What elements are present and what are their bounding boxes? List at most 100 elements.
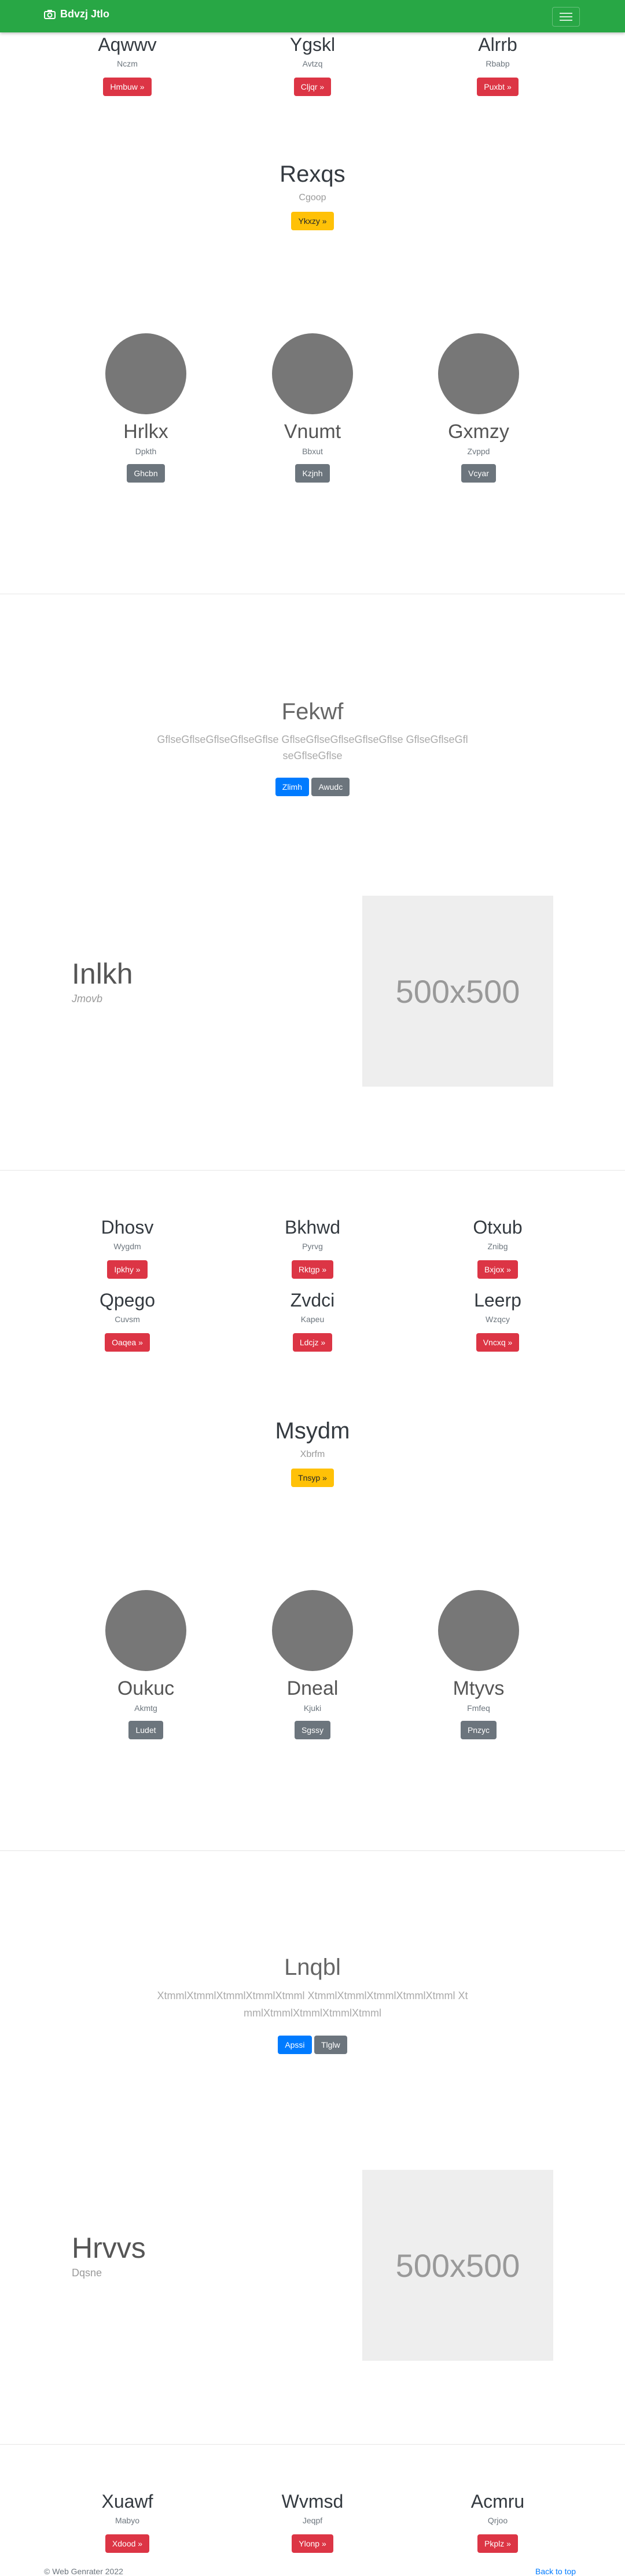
split-section: Inlkh Jmovb [72, 957, 133, 1005]
card-1: Dhosv Wygdm Ipkhy » [41, 1216, 214, 1279]
person-subtitle: Fmfeq [467, 1703, 490, 1713]
card-subtitle: Avtzq [302, 59, 323, 68]
card-button[interactable]: Oaqea » [105, 1333, 150, 1352]
person-card: Hrlkx Dpkth Ghcbn [59, 333, 233, 483]
split-subtitle: Jmovb [72, 993, 103, 1004]
card-7: Xuawf Mabyo Xdood » [41, 2490, 214, 2553]
person-button[interactable]: Sgssy [294, 1721, 331, 1739]
person-button[interactable]: Pnzyc [460, 1721, 497, 1739]
divider [0, 2444, 625, 2445]
card-subtitle: Cuvsm [115, 1315, 140, 1324]
card-button[interactable]: Ylonp » [292, 2534, 333, 2553]
hamburger-line [560, 16, 572, 17]
feature-subtitle: Cgoop [299, 193, 326, 203]
card-title: Dhosv [101, 1217, 154, 1238]
card-title: Alrrb [478, 34, 517, 55]
feature-title: Rexqs [280, 161, 345, 187]
person-subtitle: Zvppd [467, 447, 490, 456]
card-button[interactable]: Cljqr » [293, 78, 332, 96]
card-button[interactable]: Ldcjz » [292, 1333, 333, 1352]
navbar: Bdvzj Jtlo [0, 0, 625, 32]
feature-button[interactable]: Ykxzy » [291, 212, 334, 230]
secondary-button[interactable]: Awudc [311, 778, 350, 796]
card-1: Aqwwv Nczm Hmbuw » [41, 34, 214, 96]
divider [0, 1850, 625, 1851]
card-subtitle: Qrjoo [487, 2516, 508, 2525]
card-title: Xuawf [101, 2491, 153, 2512]
card-5: Zvdci Kapeu Ldcjz » [226, 1289, 399, 1352]
avatar [438, 1590, 519, 1671]
person-card: Mtyvs Fmfeq Pnzyc [392, 1590, 565, 1739]
jumbotron: Lnqbl XtmmlXtmmlXtmmlXtmmlXtmml XtmmlXtm… [156, 1953, 469, 2054]
card-title: Otxub [473, 1217, 523, 1238]
card-subtitle: Wygdm [113, 1242, 141, 1251]
person-name: Dneal [286, 1677, 339, 1699]
card-title: Ygskl [289, 34, 336, 55]
card-button[interactable]: Vncxq » [476, 1333, 520, 1352]
card-title: Leerp [474, 1290, 521, 1311]
card-title: Zvdci [290, 1290, 335, 1311]
split-title: Inlkh [72, 958, 133, 990]
card-button[interactable]: Ipkhy » [107, 1260, 148, 1279]
secondary-button[interactable]: Tlglw [314, 2036, 347, 2054]
card-subtitle: Znibg [487, 1242, 508, 1251]
card-3: Alrrb Rbabp Puxbt » [411, 34, 584, 96]
card-title: Acmru [470, 2491, 525, 2512]
card-button[interactable]: Bxjox » [477, 1260, 518, 1279]
avatar [272, 1590, 353, 1671]
person-name: Vnumt [284, 421, 341, 443]
avatar [438, 333, 519, 414]
card-title: Aqwwv [98, 34, 157, 55]
card-subtitle: Nczm [117, 59, 138, 68]
person-card: Gxmzy Zvppd Vcyar [392, 333, 565, 483]
split-title: Hrvvs [72, 2232, 146, 2264]
feature-subtitle: Xbrfm [300, 1449, 325, 1459]
primary-button[interactable]: Apssi [278, 2036, 312, 2054]
person-button[interactable]: Vcyar [461, 464, 496, 483]
avatar [272, 333, 353, 414]
menu-toggle-button[interactable] [552, 7, 580, 27]
card-2: Bkhwd Pyrvg Rktgp » [226, 1216, 399, 1279]
avatar [105, 1590, 186, 1671]
navbar-brand[interactable]: Bdvzj Jtlo [44, 8, 109, 20]
hamburger-line [560, 20, 572, 21]
card-9: Acmru Qrjoo Pkplz » [411, 2490, 584, 2553]
primary-button[interactable]: Zlimh [275, 778, 309, 796]
card-subtitle: Pyrvg [302, 1242, 323, 1251]
card-button[interactable]: Hmbuw » [103, 78, 152, 96]
person-card: Vnumt Bbxut Kzjnh [226, 333, 399, 483]
jumbotron-lead: GflseGflseGflseGflseGflse GflseGflseGfls… [157, 734, 468, 761]
card-6: Leerp Wzqcy Vncxq » [411, 1289, 584, 1352]
card-button[interactable]: Rktgp » [291, 1260, 334, 1279]
brand-title: Bdvzj Jtlo [60, 8, 110, 20]
person-name: Gxmzy [448, 421, 509, 443]
feature-button[interactable]: Tnsyp » [291, 1469, 334, 1487]
card-button[interactable]: Pkplz » [477, 2534, 518, 2553]
person-card: Oukuc Akmtg Ludet [59, 1590, 233, 1739]
footer-copyright: © Web Genrater 2022 [44, 2567, 123, 2576]
split-section: Hrvvs Dqsne [72, 2231, 146, 2279]
back-to-top-link[interactable]: Back to top [535, 2567, 576, 2576]
person-name: Oukuc [117, 1677, 175, 1699]
card-subtitle: Wzqcy [486, 1315, 510, 1324]
avatar [105, 333, 186, 414]
person-button[interactable]: Kzjnh [295, 464, 330, 483]
card-subtitle: Kapeu [300, 1315, 325, 1324]
card-4: Qpego Cuvsm Oaqea » [41, 1289, 214, 1352]
person-name: Mtyvs [453, 1677, 505, 1699]
card-title: Qpego [99, 1290, 156, 1311]
card-button[interactable]: Puxbt » [477, 78, 519, 96]
card-subtitle: Mabyo [115, 2516, 140, 2525]
jumbotron-title: Lnqbl [284, 1955, 341, 1980]
split-subtitle: Dqsne [72, 2267, 102, 2279]
card-title: Bkhwd [284, 1217, 341, 1238]
card-button[interactable]: Xdood » [105, 2534, 150, 2553]
card-2: Ygskl Avtzq Cljqr » [226, 34, 399, 96]
person-subtitle: Bbxut [302, 447, 323, 456]
person-button[interactable]: Ghcbn [127, 464, 165, 483]
person-button[interactable]: Ludet [128, 1721, 163, 1739]
card-3: Otxub Znibg Bxjox » [411, 1216, 584, 1279]
placeholder-image: 500x500 [362, 2170, 553, 2361]
person-name: Hrlkx [123, 421, 168, 443]
hamburger-icon [560, 13, 572, 14]
